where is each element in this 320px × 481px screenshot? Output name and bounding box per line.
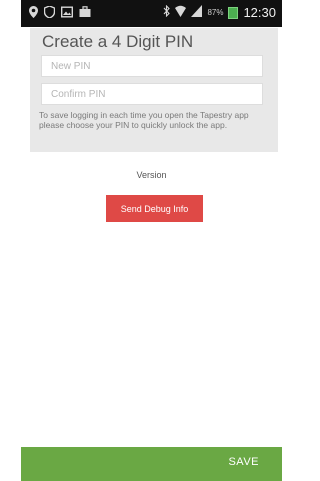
save-bar: SAVE <box>21 447 282 481</box>
version-label: Version <box>136 170 167 180</box>
wifi-icon <box>175 5 187 20</box>
send-debug-info-button[interactable]: Send Debug Info <box>106 195 203 222</box>
clock: 12:30 <box>243 5 276 20</box>
save-button[interactable]: SAVE <box>228 456 259 468</box>
pin-help-text: To save logging in each time you open th… <box>39 110 249 130</box>
app-screen: 87% 12:30 Create a 4 Digit PIN To save l… <box>21 0 282 481</box>
bluetooth-icon <box>163 4 171 20</box>
new-pin-input[interactable] <box>41 55 263 77</box>
page-title: Create a 4 Digit PIN <box>42 32 194 51</box>
battery-percent: 87% <box>207 8 224 17</box>
image-icon <box>60 6 74 21</box>
briefcase-icon <box>79 6 91 21</box>
battery-icon <box>228 6 239 19</box>
pin-card: Create a 4 Digit PIN To save logging in … <box>30 28 278 152</box>
signal-icon <box>191 5 203 20</box>
confirm-pin-input[interactable] <box>41 83 263 105</box>
location-icon <box>29 6 38 21</box>
shield-icon <box>43 5 56 21</box>
status-bar: 87% 12:30 <box>21 0 282 27</box>
